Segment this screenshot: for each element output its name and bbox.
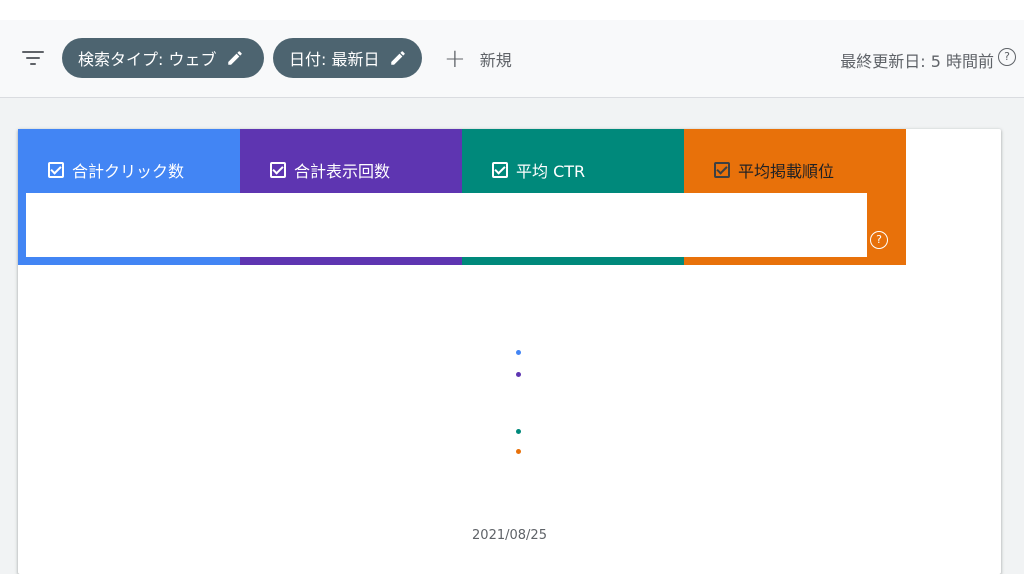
edit-icon bbox=[391, 51, 406, 65]
filter-chip-label: 検索タイプ: ウェブ bbox=[78, 50, 217, 69]
plus-icon: + bbox=[444, 44, 466, 74]
filter-chip-label: 日付: 最新日 bbox=[289, 50, 380, 69]
metric-label: 平均 CTR bbox=[516, 162, 586, 181]
chart-plot-area: 2021/08/25 bbox=[18, 265, 1001, 574]
checkbox-icon[interactable] bbox=[270, 162, 286, 178]
performance-chart-card: 合計クリック数 合計表示回数 平均 CTR 平均掲載順位 ? 2021/08/2… bbox=[18, 129, 1001, 574]
help-icon[interactable]: ? bbox=[998, 48, 1016, 66]
data-point-clicks bbox=[516, 350, 521, 355]
filter-icon[interactable] bbox=[22, 49, 44, 67]
filter-chip-search-type[interactable]: 検索タイプ: ウェブ bbox=[62, 38, 264, 78]
data-point-position bbox=[516, 449, 521, 454]
filter-chip-date[interactable]: 日付: 最新日 bbox=[273, 38, 422, 78]
metric-values-panel bbox=[26, 193, 867, 257]
help-icon[interactable]: ? bbox=[870, 231, 888, 249]
checkbox-icon[interactable] bbox=[48, 162, 64, 178]
metric-label: 合計クリック数 bbox=[72, 162, 185, 181]
app-header bbox=[0, 0, 1024, 20]
filter-bar: 検索タイプ: ウェブ 日付: 最新日 + 新規 最終更新日: 5 時間前 ? bbox=[0, 20, 1024, 98]
data-point-ctr bbox=[516, 429, 521, 434]
metric-label: 平均掲載順位 bbox=[738, 162, 835, 181]
data-point-impressions bbox=[516, 372, 521, 377]
x-axis-tick-label: 2021/08/25 bbox=[472, 528, 547, 543]
new-filter-button[interactable]: + 新規 bbox=[444, 46, 512, 72]
checkbox-icon[interactable] bbox=[714, 162, 730, 178]
last-updated-text: 最終更新日: 5 時間前 bbox=[840, 52, 994, 71]
edit-icon bbox=[228, 51, 243, 65]
metric-label: 合計表示回数 bbox=[294, 162, 391, 181]
checkbox-icon[interactable] bbox=[492, 162, 508, 178]
new-filter-label: 新規 bbox=[479, 51, 512, 70]
